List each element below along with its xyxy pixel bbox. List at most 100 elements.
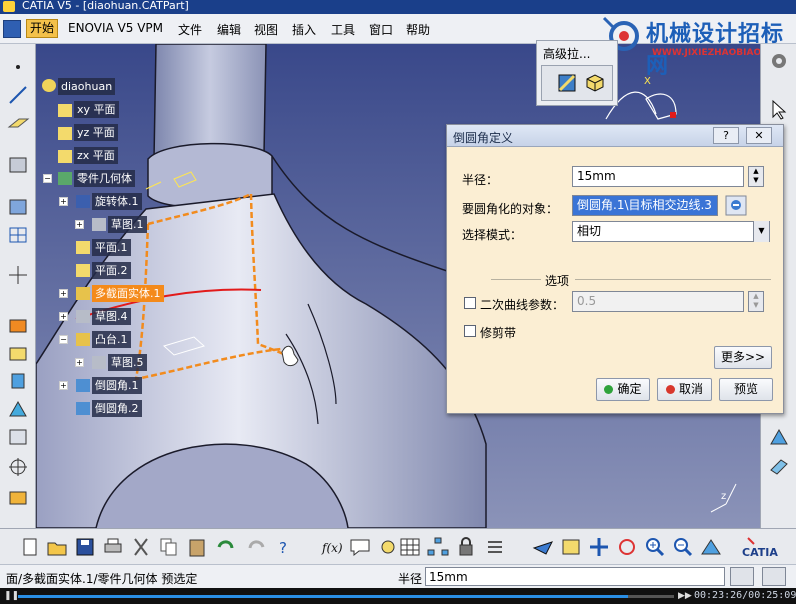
whats-this-icon[interactable]: ? [273, 536, 297, 558]
status-options-button[interactable] [762, 567, 786, 586]
shaft-icon[interactable] [6, 370, 30, 392]
menu-start[interactable]: 开始 [26, 19, 59, 38]
status-dialog-button[interactable] [730, 567, 754, 586]
zoom-in-icon[interactable] [643, 536, 667, 558]
sketch-icon [92, 218, 106, 231]
conic-input[interactable]: 0.5 [572, 291, 744, 312]
pocket-icon[interactable] [6, 342, 30, 364]
conic-spinner[interactable]: ▲ ▼ [748, 291, 764, 312]
close-button[interactable]: ✕ [746, 127, 772, 144]
radius-input[interactable]: 15mm [572, 166, 744, 187]
tree-node-sketch4[interactable]: 草图.4 [92, 308, 131, 325]
expand-icon[interactable]: + [59, 289, 68, 298]
knowledge-icon[interactable] [376, 536, 400, 558]
menu-tools[interactable]: 工具 [331, 21, 355, 38]
tree-node-xy-plane[interactable]: xy 平面 [74, 101, 119, 118]
lock-icon[interactable] [454, 536, 478, 558]
pan-icon[interactable] [587, 536, 611, 558]
save-icon[interactable] [73, 536, 97, 558]
menu-window[interactable]: 窗口 [369, 21, 393, 38]
print-icon[interactable] [101, 536, 125, 558]
removed-multisection-icon[interactable] [584, 72, 606, 94]
objects-input[interactable]: 倒圆角.1\目标相交边线.3 [572, 195, 718, 216]
expand-icon[interactable]: + [59, 312, 68, 321]
menu-insert[interactable]: 插入 [292, 21, 316, 38]
preview-button[interactable]: 预览 [719, 378, 773, 401]
hole-icon[interactable] [6, 426, 30, 448]
status-message: 面/多截面实体.1/零件几何体 预选定 [6, 572, 198, 586]
rib-icon[interactable] [6, 398, 30, 420]
tree-node-part-body[interactable]: 零件几何体 [74, 170, 135, 187]
expand-icon[interactable]: + [59, 197, 68, 206]
zoom-out-icon[interactable] [671, 536, 695, 558]
paste-icon[interactable] [185, 536, 209, 558]
sketch-icon[interactable] [6, 154, 30, 176]
cancel-button[interactable]: 取消 [657, 378, 712, 401]
redo-icon[interactable] [245, 536, 269, 558]
more-button[interactable]: 更多>> [714, 346, 772, 369]
fly-mode-icon[interactable] [531, 536, 555, 558]
formula-icon[interactable]: f(x) [320, 536, 344, 558]
axis-icon[interactable] [6, 264, 30, 286]
menu-view[interactable]: 视图 [254, 21, 278, 38]
radius-spinner[interactable]: ▲ ▼ [748, 166, 764, 187]
fill-surface-icon[interactable] [767, 426, 791, 448]
select-arrow-icon[interactable] [767, 98, 791, 120]
status-param-input[interactable]: 15mm [425, 567, 725, 586]
tree-node-yz-plane[interactable]: yz 平面 [74, 124, 118, 141]
tree-node-sketch1[interactable]: 草图.1 [108, 216, 147, 233]
positioned-sketch-icon[interactable] [6, 196, 30, 218]
open-folder-icon[interactable] [45, 536, 69, 558]
collapse-icon[interactable]: − [43, 174, 52, 183]
multisection-icon[interactable] [556, 72, 578, 94]
cut-icon[interactable] [129, 536, 153, 558]
mode-select[interactable]: 相切 ▼ [572, 221, 770, 242]
menu-help[interactable]: 帮助 [406, 21, 430, 38]
table-icon[interactable] [398, 536, 422, 558]
tree-node-fillet2[interactable]: 倒圆角.2 [92, 400, 142, 417]
expand-icon[interactable]: + [59, 381, 68, 390]
rotate-icon[interactable] [615, 536, 639, 558]
target-icon[interactable] [6, 456, 30, 478]
play-pause-icon[interactable]: ❚❚ [4, 591, 19, 601]
conic-checkbox[interactable] [464, 297, 476, 309]
sweep-surface-icon[interactable] [767, 454, 791, 476]
undo-icon[interactable] [213, 536, 237, 558]
tree-node-plane1[interactable]: 平面.1 [92, 239, 131, 256]
help-button[interactable]: ? [713, 127, 739, 144]
menu-edit[interactable]: 编辑 [217, 21, 241, 38]
normal-view-icon[interactable] [699, 536, 723, 558]
app-menu-icon[interactable] [3, 20, 21, 38]
copy-icon[interactable] [157, 536, 181, 558]
tree-node-plane2[interactable]: 平面.2 [92, 262, 131, 279]
collapse-icon[interactable]: − [59, 335, 68, 344]
tree-node-pad1[interactable]: 凸台.1 [92, 331, 131, 348]
pattern-icon[interactable] [6, 224, 30, 246]
pad-icon[interactable] [6, 314, 30, 336]
tree-node-sketch5[interactable]: 草图.5 [108, 354, 147, 371]
ok-button[interactable]: 确定 [596, 378, 650, 401]
next-icon[interactable]: ▶▶ [678, 591, 692, 601]
menu-file[interactable]: 文件 [178, 21, 202, 38]
fit-all-icon[interactable] [559, 536, 583, 558]
tree-node-fillet1[interactable]: 倒圆角.1 [92, 377, 142, 394]
tree-node-shaft1[interactable]: 旋转体.1 [92, 193, 142, 210]
menu-enovia[interactable]: ENOVIA V5 VPM [68, 21, 163, 35]
settings-gear-icon[interactable] [767, 50, 791, 72]
swap-icon[interactable] [484, 536, 508, 558]
tree-node-zx-plane[interactable]: zx 平面 [74, 147, 118, 164]
tree-node-multisection-solid[interactable]: 多截面实体.1 [92, 285, 164, 302]
hierarchy-icon[interactable] [426, 536, 450, 558]
comment-icon[interactable] [348, 536, 372, 558]
chevron-down-icon[interactable]: ▼ [753, 221, 769, 242]
new-file-icon[interactable] [18, 536, 42, 558]
draft-icon[interactable] [6, 486, 30, 508]
plane-icon[interactable] [6, 112, 30, 134]
expand-icon[interactable]: + [75, 358, 84, 367]
tree-root[interactable]: diaohuan [58, 78, 116, 95]
line-icon[interactable] [6, 84, 30, 106]
trim-ribbons-checkbox[interactable] [464, 325, 476, 337]
edit-list-icon[interactable] [725, 195, 747, 216]
point-icon[interactable] [6, 56, 30, 78]
expand-icon[interactable]: + [75, 220, 84, 229]
